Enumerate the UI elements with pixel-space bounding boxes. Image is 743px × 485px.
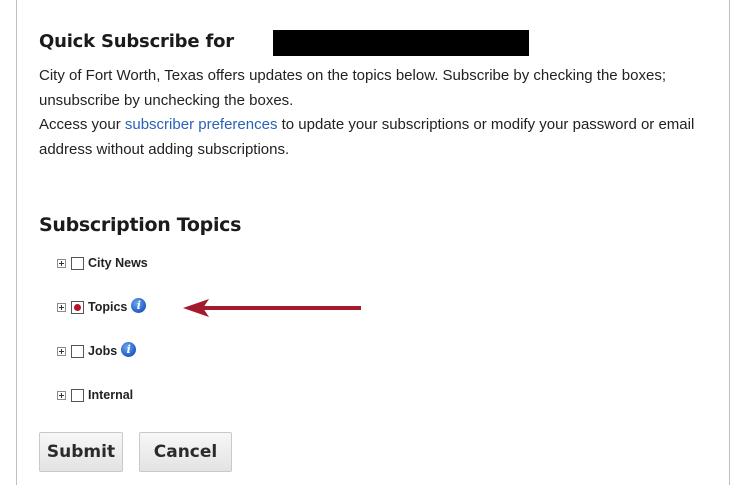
expand-icon[interactable] [57,302,66,312]
page-title: Quick Subscribe for [39,31,234,52]
info-icon[interactable]: i [131,297,147,313]
topic-row-topics: Topics i [57,297,147,315]
topic-label: City News [88,256,148,270]
topic-label: Topics [88,300,128,314]
info-icon[interactable]: i [121,341,137,357]
topic-row-city-news: City News [57,255,148,271]
topic-checkbox-jobs[interactable] [71,344,84,358]
topic-checkbox-topics[interactable] [71,300,84,314]
subscriber-preferences-link[interactable]: subscriber preferences [125,116,278,133]
subscription-topics-heading: Subscription Topics [39,214,242,236]
expand-icon[interactable] [57,390,66,400]
description: City of Fort Worth, Texas offers updates… [39,64,709,162]
annotation-arrow-icon [183,299,361,317]
expand-icon[interactable] [57,346,66,356]
access-prefix: Access your [39,116,125,133]
cancel-button[interactable]: Cancel [139,432,232,472]
topic-label: Jobs [88,344,118,358]
topic-label: Internal [88,388,134,402]
topic-checkbox-city-news[interactable] [71,256,84,270]
topic-checkbox-internal[interactable] [71,388,84,402]
subscribe-panel: Quick Subscribe for City of Fort Worth, … [16,0,730,485]
redacted-email-block [273,30,529,56]
topic-row-internal: Internal [57,387,133,403]
expand-icon[interactable] [57,258,66,268]
topic-row-jobs: Jobs i [57,341,137,359]
description-text: City of Fort Worth, Texas offers updates… [39,67,667,109]
submit-button[interactable]: Submit [39,432,123,472]
